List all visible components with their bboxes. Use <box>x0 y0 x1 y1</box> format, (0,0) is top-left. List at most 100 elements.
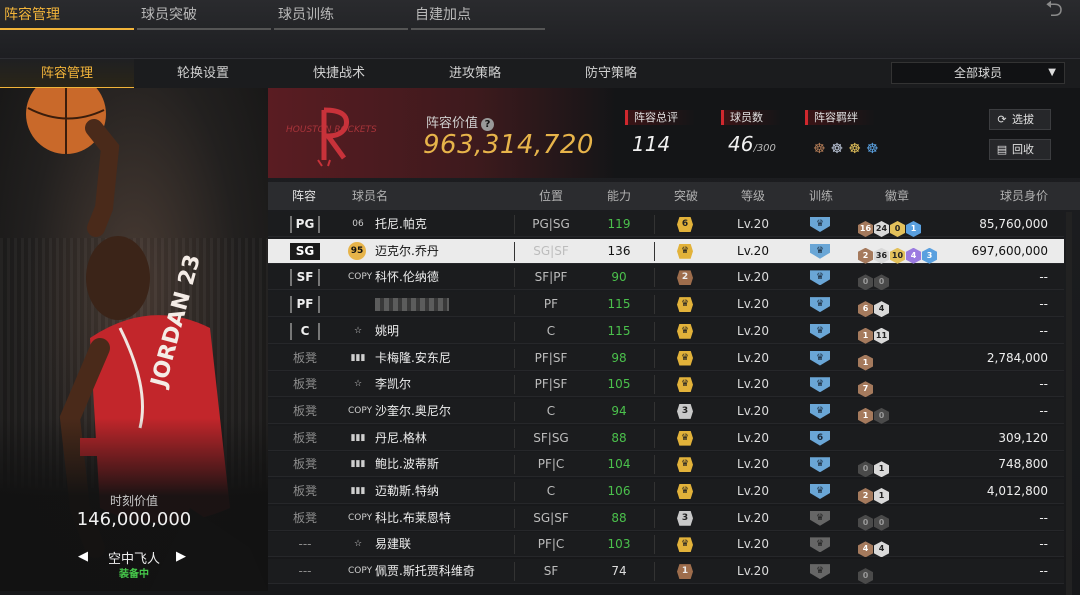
table-row[interactable]: --- COPY 佩贾.斯托贾科维奇 SF 74 1 Lv.20 ♛ 0 -- <box>268 559 1064 585</box>
col-position[interactable]: 位置 <box>526 182 576 210</box>
table-row[interactable]: SF COPY 科怀.伦纳德 SF|PF 90 2 Lv.20 ♛ 0 0 -- <box>268 265 1064 291</box>
training-shield-icon[interactable]: ♛ <box>810 457 830 473</box>
badge-icon: 0 <box>890 221 905 237</box>
training-shield-icon[interactable]: ♛ <box>810 403 830 419</box>
player-position: PF|SF <box>534 350 568 365</box>
table-row[interactable]: 板凳 ▮▮▮ 鲍比.波蒂斯 PF|C 104 ♛ Lv.20 ♛ 0 1 748,800 <box>268 452 1064 478</box>
badge-group[interactable]: 0 <box>858 563 874 585</box>
badge-icon: 4 <box>874 541 889 558</box>
table-row[interactable]: --- ☆ 易建联 PF|C 103 ♛ Lv.20 ♛ 4 4 -- <box>268 532 1064 558</box>
slot-label[interactable]: 板凳 <box>288 346 322 371</box>
badge-group[interactable]: 01 <box>858 456 890 478</box>
slot-label[interactable]: 板凳 <box>288 452 322 477</box>
training-shield-icon[interactable]: ♛ <box>810 270 830 286</box>
training-shield-icon[interactable]: ♛ <box>810 537 830 553</box>
col-price[interactable]: 球员身价 <box>984 182 1064 210</box>
select-button[interactable]: ⟳ 选拔 <box>989 109 1051 130</box>
slot-label[interactable]: 板凳 <box>288 479 322 504</box>
training-shield-icon[interactable]: ♛ <box>810 297 830 313</box>
badge-icon: 1 <box>858 407 873 424</box>
slot-label[interactable]: --- <box>288 559 322 584</box>
player-position: C <box>546 403 556 418</box>
badge-group[interactable]: 21 <box>858 483 890 504</box>
training-shield-icon[interactable]: ♛ <box>810 377 830 393</box>
training-shield-icon[interactable]: ♛ <box>810 484 830 499</box>
badge-icon: 1 <box>858 327 873 344</box>
slot-badge[interactable]: PG <box>290 216 320 233</box>
player-name-hidden <box>375 292 449 317</box>
training-shield-icon[interactable]: ♛ <box>810 564 830 580</box>
table-row[interactable]: SG 95 迈克尔.乔丹 SG|SF 136 ♛ Lv.20 ♛ 2 36 10 4 3 697,600,… <box>268 238 1064 264</box>
badge-group[interactable]: 1 <box>858 350 874 371</box>
training-shield-icon[interactable]: ♛ <box>810 323 830 339</box>
col-level[interactable]: 等级 <box>728 182 778 210</box>
table-row[interactable]: 板凳 COPY 科比.布莱恩特 SG|SF 88 3 Lv.20 ♛ 0 0 -- <box>268 505 1064 531</box>
badge-group[interactable]: 10 <box>858 403 890 424</box>
slot-badge[interactable]: C <box>290 322 320 340</box>
slot-label[interactable]: 板凳 <box>288 506 322 531</box>
slot-label[interactable]: 板凳 <box>288 372 322 397</box>
col-slot[interactable]: 阵容 <box>282 182 326 210</box>
scrollbar[interactable] <box>1066 212 1072 595</box>
team-bond-icons[interactable]: ☸ ☸ ☸ ☸ <box>813 138 879 157</box>
badge-group[interactable]: 7 <box>858 376 874 398</box>
slot-badge[interactable]: SF <box>290 269 320 287</box>
badge-group[interactable]: 00 <box>858 510 890 531</box>
training-shield-icon[interactable]: ♛ <box>810 217 830 232</box>
rarity-icon: ☆ <box>353 379 363 390</box>
top-tab-training[interactable]: 球员训练 <box>274 0 408 30</box>
recycle-button[interactable]: ▤ 回收 <box>989 139 1051 160</box>
next-card-arrow-icon[interactable]: ▶ <box>176 549 186 564</box>
table-row[interactable]: PG 06 托尼.帕克 PG|SG 119 6 Lv.20 ♛ 16 24 0 1 85,760,000 <box>268 212 1064 237</box>
sub-tab-defense[interactable]: 防守策略 <box>544 59 678 89</box>
sub-tab-lineup[interactable]: 阵容管理 <box>0 59 134 89</box>
player-position: PF|C <box>537 537 565 552</box>
top-tab-custom-points[interactable]: 自建加点 <box>411 0 545 30</box>
player-level: Lv.20 <box>737 217 769 231</box>
col-breakthrough[interactable]: 突破 <box>661 182 711 210</box>
player-price: -- <box>1039 270 1048 285</box>
badge-group[interactable]: 00 <box>858 269 890 291</box>
training-shield-icon[interactable]: ♛ <box>810 350 830 366</box>
badge-group[interactable]: 64 <box>858 296 890 318</box>
prev-card-arrow-icon[interactable]: ◀ <box>78 549 88 564</box>
col-name[interactable]: 球员名 <box>348 182 392 210</box>
player-ability: 104 <box>607 457 631 472</box>
slot-label[interactable]: --- <box>288 532 322 557</box>
badge-group[interactable]: 2 36 10 4 3 <box>858 243 938 264</box>
training-shield-icon[interactable]: 6 <box>810 430 830 446</box>
player-price: 697,600,000 <box>971 243 1048 258</box>
training-shield-icon[interactable]: ♛ <box>810 243 830 259</box>
training-shield-icon[interactable]: ♛ <box>810 510 830 526</box>
badge-group[interactable]: 16 24 0 1 <box>858 216 922 237</box>
sub-tab-rotation[interactable]: 轮换设置 <box>136 59 270 89</box>
slot-badge[interactable]: SG <box>290 242 320 260</box>
player-filter-dropdown[interactable]: 全部球员 ▼ <box>891 62 1065 84</box>
sub-tab-offense[interactable]: 进攻策略 <box>408 59 542 89</box>
table-row[interactable]: 板凳 COPY 沙奎尔.奥尼尔 C 94 3 Lv.20 ♛ 1 0 -- <box>268 398 1064 424</box>
badge-icon: 2 <box>858 488 873 504</box>
top-tab-lineup[interactable]: 阵容管理 <box>0 0 134 30</box>
player-price: -- <box>1039 297 1048 312</box>
slot-label[interactable]: 板凳 <box>288 399 322 424</box>
slot-label[interactable]: 板凳 <box>288 426 322 451</box>
table-row[interactable]: 板凳 ▮▮▮ 丹尼.格林 SF|SG 88 ♛ Lv.20 6 309,120 <box>268 425 1064 451</box>
sub-tab-quick-tactics[interactable]: 快捷战术 <box>272 59 406 89</box>
player-ability: 90 <box>611 270 627 285</box>
col-ability[interactable]: 能力 <box>594 182 644 210</box>
table-row[interactable]: 板凳 ▮▮▮ 卡梅隆.安东尼 PF|SF 98 ♛ Lv.20 ♛ 1 2,784,000 <box>268 345 1064 371</box>
back-arrow-icon[interactable]: ⮌ <box>1036 0 1072 24</box>
table-row[interactable]: 板凳 ▮▮▮ 迈勒斯.特纳 C 106 ♛ Lv.20 ♛ 2 1 4,012,800 <box>268 479 1064 504</box>
badge-group[interactable]: 44 <box>858 536 890 558</box>
table-row[interactable]: 板凳 ☆ 李凯尔 PF|SF 105 ♛ Lv.20 ♛ 7 -- <box>268 372 1064 398</box>
col-training[interactable]: 训练 <box>796 182 846 210</box>
rarity-icon: ☆ <box>353 539 363 550</box>
rarity-icon: COPY <box>348 272 373 283</box>
col-badges[interactable]: 徽章 <box>872 182 922 210</box>
badge-group[interactable]: 1 11 <box>858 323 890 344</box>
player-position: SF|SG <box>533 430 569 445</box>
table-row[interactable]: PF PF 115 ♛ Lv.20 ♛ 6 4 -- <box>268 292 1064 318</box>
top-tab-breakthrough[interactable]: 球员突破 <box>137 0 271 30</box>
slot-badge[interactable]: PF <box>290 296 320 314</box>
table-row[interactable]: C ☆ 姚明 C 115 ♛ Lv.20 ♛ 1 11 -- <box>268 318 1064 344</box>
